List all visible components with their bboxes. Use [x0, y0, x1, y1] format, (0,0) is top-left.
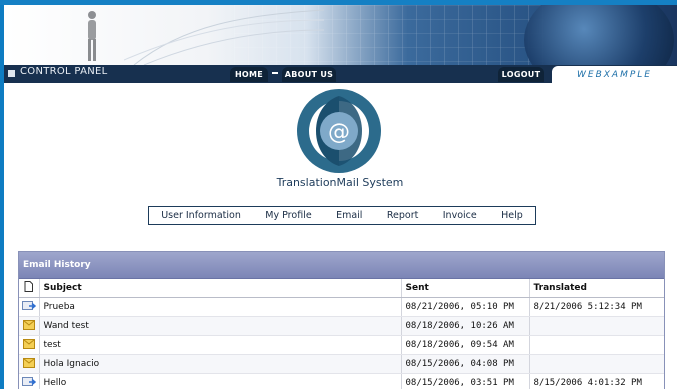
person-silhouette-icon	[88, 11, 96, 61]
brand-logo: WEBXAMPLE	[552, 66, 677, 83]
header-banner	[4, 5, 677, 65]
menu-report[interactable]: Report	[387, 210, 419, 221]
table-row[interactable]: Hello 08/15/2006, 03:51 PM 8/15/2006 4:0…	[19, 373, 664, 389]
row-translated	[528, 354, 664, 374]
menu-my-profile[interactable]: My Profile	[265, 210, 311, 221]
svg-text:@: @	[328, 120, 350, 145]
sent-column-header[interactable]: Sent	[400, 279, 529, 298]
row-subject[interactable]: Wand test	[38, 316, 401, 336]
table-row[interactable]: Prueba 08/21/2006, 05:10 PM 8/21/2006 5:…	[19, 297, 664, 317]
system-title: TranslationMail System	[276, 176, 404, 189]
menu-invoice[interactable]: Invoice	[443, 210, 477, 221]
main-menu: User Information My Profile Email Report…	[148, 206, 536, 225]
table-row[interactable]: Wand test 08/18/2006, 10:26 AM	[19, 316, 664, 336]
menu-email[interactable]: Email	[336, 210, 362, 221]
table-row[interactable]: test 08/18/2006, 09:54 AM	[19, 335, 664, 355]
row-translated: 8/21/2006 5:12:34 PM	[528, 297, 664, 317]
document-icon	[24, 281, 34, 292]
translated-column-header[interactable]: Translated	[528, 279, 664, 298]
row-sent: 08/15/2006, 03:51 PM	[400, 373, 529, 389]
row-subject[interactable]: Prueba	[38, 297, 401, 317]
forward-mail-icon	[21, 377, 36, 386]
row-sent: 08/15/2006, 04:08 PM	[400, 354, 529, 374]
row-translated	[528, 335, 664, 355]
table-row[interactable]: Hola Ignacio 08/15/2006, 04:08 PM	[19, 354, 664, 374]
subject-column-header[interactable]: Subject	[38, 279, 401, 298]
row-translated: 8/15/2006 4:01:32 PM	[528, 373, 664, 389]
row-sent: 08/18/2006, 10:26 AM	[400, 316, 529, 336]
email-history-table: Subject Sent Translated Prueba 08/21/200…	[19, 279, 664, 389]
row-sent: 08/21/2006, 05:10 PM	[400, 297, 529, 317]
translationmail-logo-icon: @	[297, 89, 381, 173]
row-sent: 08/18/2006, 09:54 AM	[400, 335, 529, 355]
top-navbar: CONTROL PANEL HOME ABOUT US LOGOUT WEBXA…	[4, 65, 677, 83]
logout-link[interactable]: LOGOUT	[498, 67, 544, 82]
email-history-title: Email History	[19, 252, 664, 279]
type-column-header[interactable]	[19, 279, 39, 298]
menu-user-information[interactable]: User Information	[161, 210, 241, 221]
row-subject[interactable]: test	[38, 335, 401, 355]
control-panel-icon	[8, 70, 15, 77]
row-subject[interactable]: Hola Ignacio	[38, 354, 401, 374]
nav-home-link[interactable]: HOME	[230, 67, 268, 82]
forward-mail-icon	[21, 301, 36, 310]
row-translated	[528, 316, 664, 336]
nav-separator	[272, 72, 278, 74]
banner-curves	[124, 9, 324, 65]
envelope-icon	[22, 338, 35, 349]
envelope-icon	[22, 319, 35, 330]
control-panel-label: CONTROL PANEL	[20, 66, 108, 77]
email-history-panel: Email History Subject Sent Translated Pr…	[18, 251, 665, 389]
envelope-icon	[22, 357, 35, 368]
nav-about-link[interactable]: ABOUT US	[282, 67, 336, 82]
menu-help[interactable]: Help	[501, 210, 523, 221]
row-subject[interactable]: Hello	[38, 373, 401, 389]
globe-image	[524, 5, 674, 65]
